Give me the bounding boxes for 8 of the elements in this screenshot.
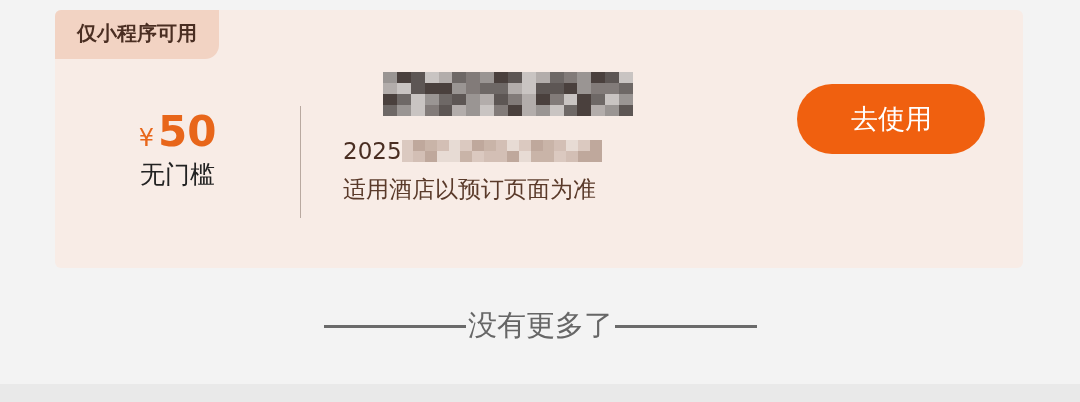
threshold-label: 无门槛 [140,158,215,191]
amount: 50 [157,106,217,156]
validity-date: 2025 [343,138,402,164]
usage-rule: 适用酒店以预订页面为准 [343,175,597,204]
currency-symbol: ¥ [138,123,154,152]
use-button[interactable]: 去使用 [797,83,985,154]
end-of-list-text: 没有更多了 [466,307,614,344]
badge: 仅小程序可用 [55,10,219,59]
